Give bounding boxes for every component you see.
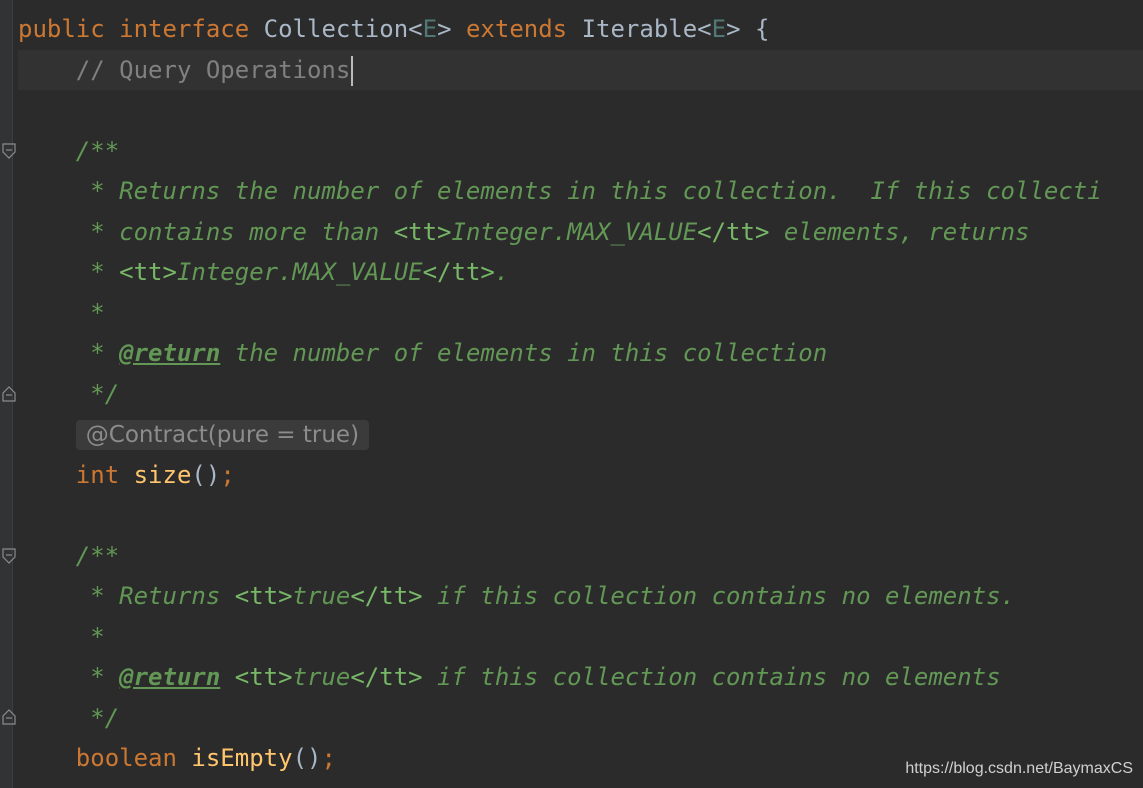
doc-return-tag: @return [119, 663, 221, 691]
generic-open: < [408, 15, 423, 43]
text-caret [351, 55, 354, 86]
code-line-current[interactable]: // Query Operations [18, 49, 1143, 90]
doc-comment-close: */ [75, 703, 120, 732]
return-type: int [75, 460, 120, 489]
code-line-doc[interactable]: * contains more than <tt>Integer.MAX_VAL… [18, 212, 1143, 253]
code-line-doc[interactable]: /** [18, 536, 1143, 577]
doc-comment-text: elements, returns [769, 217, 1030, 246]
doc-html-tag: <tt> [234, 582, 293, 610]
doc-comment-star: * [75, 258, 120, 286]
doc-comment-text: Integer.MAX_VALUE [176, 258, 423, 286]
keyword-extends: extends [465, 15, 568, 43]
doc-comment-text: if this collection contains no elements [422, 663, 1001, 691]
code-editor[interactable]: public interface Collection<E> extends I… [18, 9, 1143, 779]
generic-open: < [697, 15, 712, 43]
code-line-doc[interactable]: * Returns the number of elements in this… [18, 171, 1143, 212]
type-param: E [422, 15, 438, 43]
doc-comment-star: * [75, 339, 120, 367]
doc-html-tag: </tt> [350, 663, 423, 691]
doc-comment-open: /** [75, 136, 120, 165]
doc-comment-space [220, 663, 234, 691]
code-line-doc[interactable]: */ [18, 374, 1143, 415]
interface-name: Collection [263, 15, 409, 43]
method-name-isempty: isEmpty [191, 744, 293, 772]
doc-html-tag: <tt> [234, 663, 293, 691]
fold-toggle-icon[interactable] [1, 708, 17, 726]
generic-close: > [726, 15, 741, 43]
code-line-doc[interactable]: */ [18, 698, 1143, 739]
parens: () [292, 744, 322, 772]
code-line-doc[interactable]: * [18, 617, 1143, 658]
parens: () [191, 460, 221, 489]
code-line-doc[interactable]: * <tt>Integer.MAX_VALUE</tt>. [18, 252, 1143, 293]
line-comment: // Query Operations [75, 55, 351, 84]
code-line-doc[interactable]: * [18, 293, 1143, 334]
code-line-blank[interactable] [18, 90, 1143, 131]
keyword-interface: interface [119, 15, 250, 43]
doc-comment-text: contains more than [119, 217, 394, 246]
code-line-doc[interactable]: * Returns <tt>true</tt> if this collecti… [18, 576, 1143, 617]
code-line-method[interactable]: int size(); [18, 455, 1143, 496]
doc-return-tag: @return [119, 339, 221, 367]
doc-comment-text: . [494, 258, 510, 286]
code-line-interface-decl[interactable]: public interface Collection<E> extends I… [18, 9, 1143, 50]
method-name-size: size [133, 460, 192, 489]
doc-comment-text: Integer.MAX_VALUE [451, 217, 698, 246]
keyword-public: public [18, 15, 105, 43]
watermark-url: https://blog.csdn.net/BaymaxCS [905, 760, 1133, 777]
fold-toggle-icon[interactable] [1, 385, 17, 403]
code-line-annotation[interactable]: @Contract(pure = true) [18, 414, 1143, 455]
doc-html-tag: </tt> [697, 217, 770, 246]
doc-comment-star: * [75, 663, 120, 691]
doc-comment-open: /** [75, 541, 120, 570]
semicolon: ; [220, 460, 235, 489]
open-brace: { [754, 15, 770, 43]
return-type: boolean [75, 744, 177, 772]
code-line-blank[interactable] [18, 495, 1143, 536]
contract-inlay-hint[interactable]: @Contract(pure = true) [75, 420, 370, 450]
doc-comment-text: * Returns [75, 582, 235, 610]
doc-html-tag: <tt> [393, 217, 452, 246]
doc-comment-text: true [292, 582, 351, 610]
fold-toggle-icon[interactable] [1, 547, 17, 565]
doc-comment-star: * [75, 217, 120, 246]
generic-close: > [437, 15, 452, 43]
type-param: E [711, 15, 727, 43]
doc-html-tag: </tt> [422, 258, 495, 286]
code-line-doc[interactable]: /** [18, 131, 1143, 172]
doc-html-tag: </tt> [350, 582, 423, 610]
code-line-doc[interactable]: * @return the number of elements in this… [18, 333, 1143, 374]
doc-comment-text: if this collection contains no elements. [422, 582, 1016, 610]
parent-interface: Iterable [581, 15, 698, 43]
doc-comment-text: the number of elements in this collectio… [220, 339, 828, 367]
doc-comment-star: * [75, 622, 105, 651]
doc-comment-close: */ [75, 379, 120, 408]
doc-comment-star: * [75, 298, 105, 327]
doc-comment-text: true [292, 663, 351, 691]
code-line-doc[interactable]: * @return <tt>true</tt> if this collecti… [18, 657, 1143, 698]
doc-comment-text: * Returns the number of elements in this… [75, 177, 1102, 205]
doc-html-tag: <tt> [119, 258, 177, 286]
semicolon: ; [321, 744, 336, 772]
fold-toggle-icon[interactable] [1, 142, 17, 160]
